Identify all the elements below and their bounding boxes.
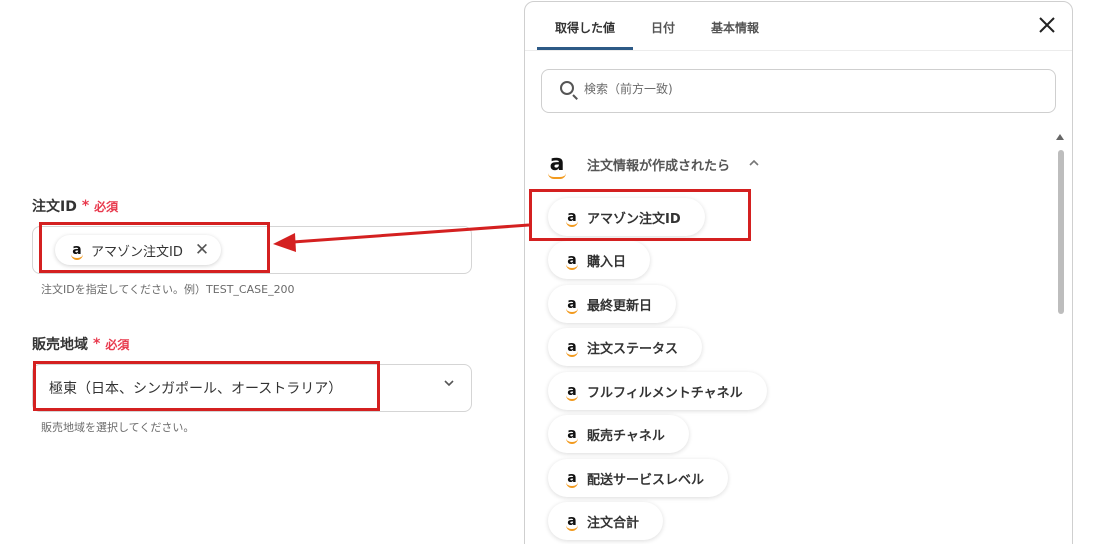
amazon-logo-icon: a	[566, 470, 578, 488]
tab-basic-info[interactable]: 基本情報	[693, 2, 777, 50]
amazon-logo-icon: a	[566, 513, 578, 531]
panel-tabs: 取得した値 日付 基本情報	[537, 2, 777, 50]
scrollbar-thumb[interactable]	[1058, 150, 1064, 314]
search-input[interactable]	[584, 82, 1024, 96]
region-hint: 販売地域を選択してください。	[41, 421, 195, 434]
trigger-group-title: 注文情報が作成されたら	[587, 158, 731, 174]
value-picker-panel: 取得した値 日付 基本情報 a 注文情報が作成されたら a アマゾン注文ID a…	[524, 1, 1073, 544]
value-item-order-status[interactable]: a 注文ステータス	[548, 328, 703, 366]
amazon-logo-icon: a	[566, 339, 578, 357]
search-field[interactable]	[541, 69, 1056, 113]
value-item-last-updated[interactable]: a 最終更新日	[548, 285, 677, 323]
value-item-label: 注文ステータス	[587, 341, 679, 357]
highlight-box-order-id	[39, 222, 270, 273]
value-item-label: 配送サービスレベル	[587, 472, 705, 488]
required-asterisk: *	[81, 198, 90, 214]
value-item-label: 注文合計	[587, 515, 640, 531]
value-item-fulfillment-channel[interactable]: a フルフィルメントチャネル	[548, 372, 767, 410]
tabs-divider	[525, 50, 1072, 51]
required-badge: 必須	[94, 199, 119, 214]
amazon-logo-icon: a	[566, 252, 578, 270]
value-item-shipping-service-level[interactable]: a 配送サービスレベル	[548, 459, 729, 497]
required-badge: 必須	[105, 337, 130, 352]
tab-acquired-values[interactable]: 取得した値	[537, 2, 634, 50]
order-id-label-text: 注文ID	[32, 199, 77, 215]
value-item-label: 購入日	[587, 254, 627, 270]
value-item-label: 販売チャネル	[587, 428, 665, 444]
scroll-up-arrow[interactable]	[1056, 134, 1064, 140]
close-icon[interactable]	[1038, 14, 1056, 38]
search-icon	[560, 81, 574, 95]
order-id-label: 注文ID * 必須	[32, 196, 118, 216]
chevron-down-icon	[443, 377, 455, 393]
amazon-logo-icon: a	[566, 426, 578, 444]
region-label: 販売地域 * 必須	[32, 334, 129, 354]
required-asterisk: *	[93, 336, 101, 352]
highlight-box-region	[33, 361, 380, 411]
order-id-hint: 注文IDを指定してください。例）TEST_CASE_200	[41, 283, 295, 296]
value-item-order-total[interactable]: a 注文合計	[548, 502, 664, 540]
chevron-up-icon[interactable]	[748, 157, 760, 172]
region-label-text: 販売地域	[32, 337, 88, 353]
tab-date[interactable]: 日付	[633, 2, 693, 50]
value-item-sales-channel[interactable]: a 販売チャネル	[548, 415, 689, 453]
value-item-label: 最終更新日	[587, 298, 653, 314]
trigger-group-header[interactable]: a 注文情報が作成されたら	[543, 150, 760, 179]
value-item-purchase-date[interactable]: a 購入日	[548, 241, 651, 279]
amazon-logo-icon: a	[548, 151, 566, 179]
amazon-logo-icon: a	[566, 296, 578, 314]
amazon-logo-icon: a	[566, 383, 578, 401]
highlight-box-panel-item	[529, 189, 751, 241]
value-item-label: フルフィルメントチャネル	[587, 385, 743, 401]
